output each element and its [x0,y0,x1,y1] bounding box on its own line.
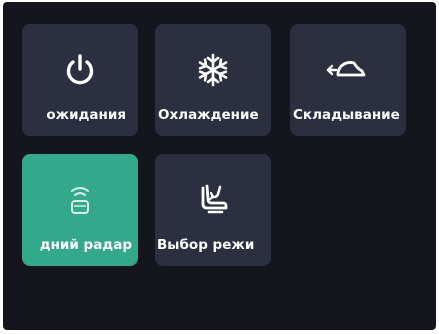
folding-label: Складывание [293,107,400,123]
radar-label: дний радар [39,237,132,253]
fold-mirror-icon [290,50,406,90]
standby-button[interactable]: ожидания [22,24,138,136]
standby-label: ожидания [46,107,126,123]
seat-icon [155,180,271,220]
seat-mode-button[interactable]: Выбор режи [155,154,271,266]
rear-radar-button[interactable]: дний радар [22,154,138,266]
cooling-label: Охлаждение [158,107,259,123]
mirror-fold-button[interactable]: Складывание [290,24,406,136]
seat-mode-label: Выбор режи [157,237,255,253]
cooling-button[interactable]: Охлаждение [155,24,271,136]
control-screen: ожидания Охлаждение Складывание дний рад… [3,2,436,330]
power-icon [22,50,138,90]
snowflake-icon [155,50,271,90]
radar-icon [22,180,138,220]
